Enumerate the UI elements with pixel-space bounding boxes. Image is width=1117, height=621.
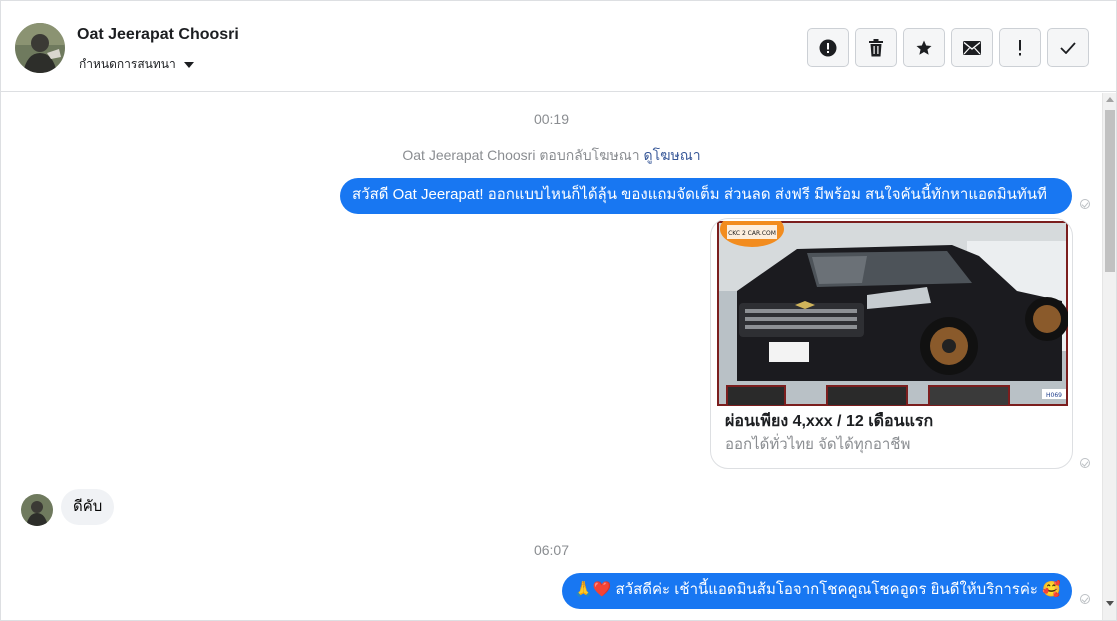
exclamation-icon: [1019, 39, 1021, 55]
assign-conversation-label: กำหนดการสนทนา: [79, 57, 176, 71]
emoji-suffix: 🥰: [1042, 581, 1061, 598]
contact-avatar-small[interactable]: [21, 494, 53, 526]
scroll-up-arrow-icon[interactable]: [1106, 97, 1114, 102]
outgoing-message[interactable]: สวัสดี Oat Jeerapat! ออกแบบไหนก็ได้ลุ้น …: [340, 178, 1072, 214]
ad-car-image[interactable]: CKC 2 CAR.COM H069: [717, 221, 1068, 406]
car-code-tag: H069: [1046, 392, 1062, 399]
chat-scrollbar[interactable]: [1102, 93, 1116, 620]
emoji-prefix: 🙏❤️: [574, 581, 612, 598]
seen-check-icon: [1080, 594, 1090, 604]
check-icon: [1060, 41, 1076, 54]
conversation-actions: [807, 28, 1089, 67]
contact-avatar[interactable]: [15, 23, 65, 73]
contact-name[interactable]: Oat Jeerapat Choosri: [77, 26, 239, 44]
star-icon: [916, 40, 932, 55]
mark-done-button[interactable]: [1047, 28, 1089, 67]
follow-up-button[interactable]: [999, 28, 1041, 67]
ad-card[interactable]: CKC 2 CAR.COM H069 ผ่อนเพียง 4,xxx / 12 …: [710, 218, 1073, 469]
seen-check-icon: [1080, 458, 1090, 468]
ad-card-title: ผ่อนเพียง 4,xxx / 12 เดือนแรก: [725, 413, 934, 430]
timestamp: 06:07: [533, 542, 570, 558]
scroll-down-arrow-icon[interactable]: [1106, 601, 1114, 606]
caret-down-icon: [183, 61, 194, 68]
assign-conversation-dropdown[interactable]: กำหนดการสนทนา: [79, 55, 194, 74]
message-text: สวัสดีค่ะ เช้านี้แอดมินส้มโอจากโชคคูณโชค…: [615, 581, 1038, 598]
star-button[interactable]: [903, 28, 945, 67]
conversation-header: Oat Jeerapat Choosri กำหนดการสนทนา: [1, 1, 1116, 92]
incoming-message[interactable]: ดีคับ: [61, 489, 115, 525]
mark-spam-button[interactable]: [807, 28, 849, 67]
alert-circle-icon: [819, 39, 837, 56]
delete-button[interactable]: [855, 28, 897, 67]
ad-card-subtitle: ออกได้ทั่วไทย จัดได้ทุกอาชีพ: [725, 436, 911, 453]
seen-check-icon: [1080, 199, 1090, 209]
scrollbar-thumb[interactable]: [1105, 110, 1115, 272]
trash-icon: [869, 38, 883, 56]
ad-reply-text: Oat Jeerapat Choosri ตอบกลับโฆษณา: [402, 147, 640, 163]
ad-reply-note: Oat Jeerapat Choosri ตอบกลับโฆษณา ดูโฆษณ…: [1, 145, 1102, 167]
envelope-icon: [963, 40, 981, 55]
outgoing-message[interactable]: 🙏❤️ สวัสดีค่ะ เช้านี้แอดมินส้มโอจากโชคคู…: [562, 573, 1072, 609]
timestamp: 00:19: [533, 111, 570, 127]
mark-unread-button[interactable]: [951, 28, 993, 67]
message-thread[interactable]: 00:19 Oat Jeerapat Choosri ตอบกลับโฆษณา …: [1, 93, 1102, 620]
view-ad-link[interactable]: ดูโฆษณา: [644, 147, 701, 163]
dealer-logo-text: CKC 2 CAR.COM: [728, 230, 776, 237]
